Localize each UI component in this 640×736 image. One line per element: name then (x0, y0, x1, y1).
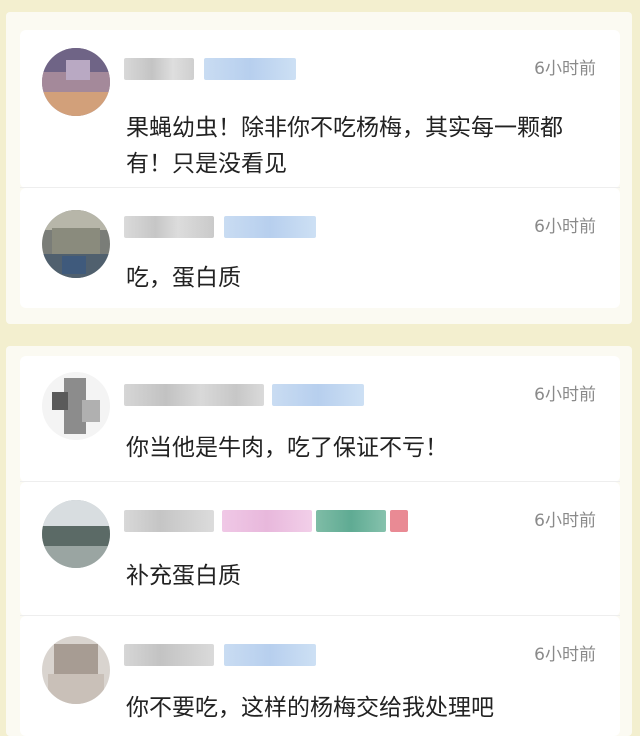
user-badge-blurred (204, 58, 296, 80)
username-blurred[interactable] (124, 644, 214, 666)
username-blurred[interactable] (124, 58, 194, 80)
comment-card-4[interactable]: 6小时前 补充蛋白质 (20, 482, 620, 616)
comment-panel-top: 6小时前 果蝇幼虫！除非你不吃杨梅，其实每一颗都有！只是没看见 6小时前 吃，蛋… (6, 12, 632, 324)
comment-text: 你不要吃，这样的杨梅交给我处理吧 (126, 695, 494, 721)
comment-card-3[interactable]: 6小时前 你当他是牛肉，吃了保证不亏！ (20, 356, 620, 482)
user-badge-blurred (224, 644, 316, 666)
user-badge-blurred (390, 510, 408, 532)
comment-panel-bottom: 6小时前 你当他是牛肉，吃了保证不亏！ 6小时前 补充蛋白质 6小时前 你不要吃… (6, 346, 632, 736)
comment-card-2[interactable]: 6小时前 吃，蛋白质 (20, 188, 620, 308)
avatar[interactable] (42, 210, 110, 278)
avatar[interactable] (42, 48, 110, 116)
comment-time: 6小时前 (534, 385, 596, 405)
user-badge-blurred (222, 510, 312, 532)
comment-time: 6小时前 (534, 645, 596, 665)
username-blurred[interactable] (124, 216, 214, 238)
comment-card-1[interactable]: 6小时前 果蝇幼虫！除非你不吃杨梅，其实每一颗都有！只是没看见 (20, 30, 620, 188)
comment-text: 你当他是牛肉，吃了保证不亏！ (126, 435, 448, 461)
comment-text: 补充蛋白质 (126, 563, 241, 589)
comment-time: 6小时前 (534, 217, 596, 237)
comment-time: 6小时前 (534, 511, 596, 531)
avatar[interactable] (42, 500, 110, 568)
username-blurred[interactable] (124, 384, 264, 406)
comment-text: 果蝇幼虫！除非你不吃杨梅，其实每一颗都有！只是没看见 (126, 115, 563, 177)
comment-text: 吃，蛋白质 (126, 265, 241, 291)
comment-time: 6小时前 (534, 59, 596, 79)
username-blurred[interactable] (124, 510, 214, 532)
comment-card-5[interactable]: 6小时前 你不要吃，这样的杨梅交给我处理吧 (20, 616, 620, 736)
avatar[interactable] (42, 372, 110, 440)
user-badge-blurred (272, 384, 364, 406)
avatar[interactable] (42, 636, 110, 704)
user-badge-blurred (316, 510, 386, 532)
user-badge-blurred (224, 216, 316, 238)
